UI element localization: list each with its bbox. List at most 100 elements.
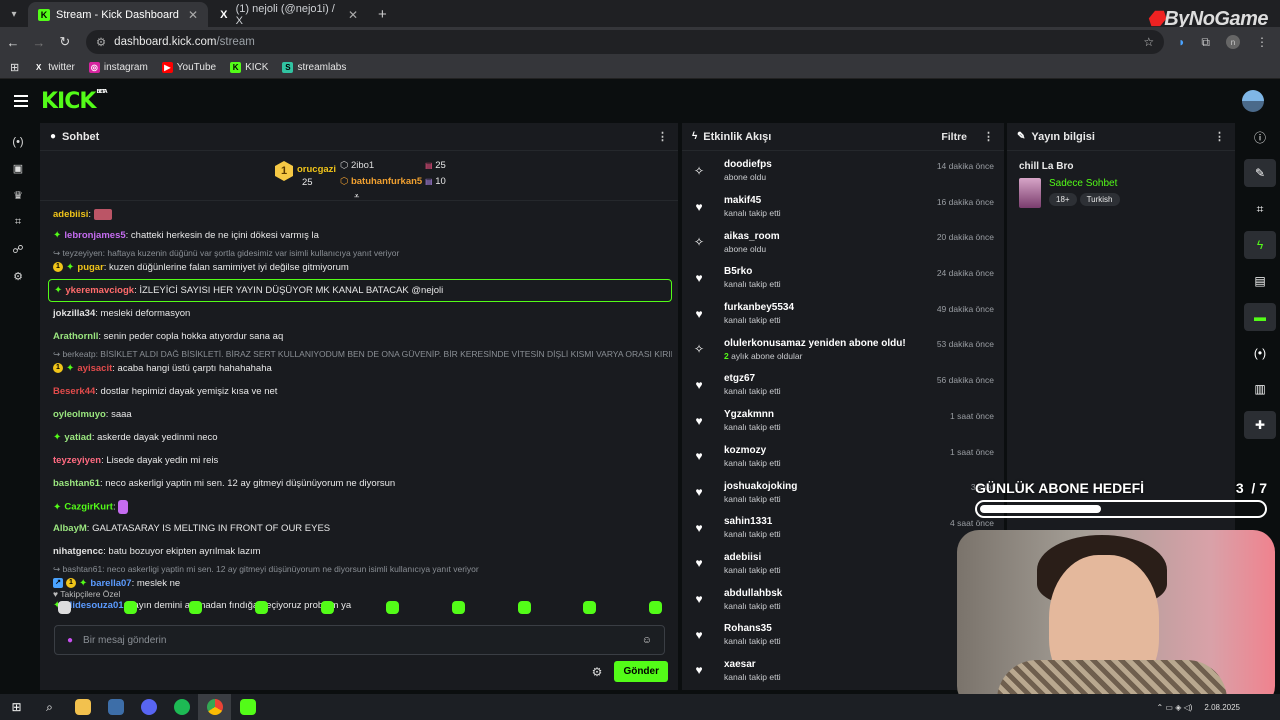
chat-message[interactable]: ✦ lebronjames5: chatteki herkesin de ne i… <box>48 225 672 246</box>
site-info-icon[interactable]: ⚙ <box>96 35 106 49</box>
broadcast-icon[interactable]: (•) <box>0 128 36 155</box>
new-tab-button[interactable]: + <box>368 6 397 27</box>
back-arrow-icon[interactable]: ← <box>0 35 26 50</box>
activity-event[interactable]: ♥ makif45 kanalı takip etti 16 dakika önce <box>682 189 1004 225</box>
emote-button[interactable] <box>58 601 71 614</box>
emote-button[interactable] <box>517 601 531 614</box>
chat-message[interactable]: Beserk44: dostlar hepimizi dayak yemişiz… <box>48 379 672 402</box>
bookmark-twitter[interactable]: Xtwitter <box>33 62 75 73</box>
emote-button[interactable] <box>386 601 400 614</box>
activity-event[interactable]: ✧ aikas_room abone oldu 20 dakika önce <box>682 224 1004 260</box>
url-input[interactable]: ⚙ dashboard.kick.com/stream ☆ <box>85 30 1165 54</box>
file-explorer-icon[interactable] <box>66 694 99 720</box>
chat-message[interactable]: AlbayM: GALATASARAY IS MELTING IN FRONT … <box>48 518 672 539</box>
puzzle-icon[interactable]: ⧉ <box>1201 35 1210 50</box>
emote-button[interactable] <box>254 601 268 614</box>
activity-event[interactable]: ♥adebiisikanalı takip etti5 <box>682 546 1004 582</box>
activity-event[interactable]: ♥ furkanbey5534 kanalı takip etti 49 dakika… <box>682 296 1004 332</box>
reload-icon[interactable]: ↻ <box>52 34 78 50</box>
printer-icon[interactable]: ▥ <box>1244 375 1276 403</box>
app-icon[interactable] <box>99 694 132 720</box>
pinned-toggle-icon[interactable]: ⩡ <box>354 191 359 202</box>
edit-icon[interactable]: ✎ <box>1244 159 1276 187</box>
bookmark-kick[interactable]: K KICK <box>230 62 268 73</box>
chat-message[interactable]: nihatgencc: batu bozuyor ekipten ayrılma… <box>48 539 672 562</box>
filter-button[interactable]: Filtre <box>941 131 967 143</box>
activity-event[interactable]: ♥xaesarkanalı takip etti12 <box>682 653 1004 689</box>
apps-grid-icon[interactable]: ⊞ <box>10 61 19 74</box>
gear-icon[interactable]: ⚙ <box>592 665 603 679</box>
kebab-menu-icon[interactable]: ⋮ <box>983 130 994 143</box>
chat-message[interactable]: adebiisi: <box>48 204 672 225</box>
spotify-icon[interactable] <box>165 694 198 720</box>
chat-message[interactable]: oyleolmuyo: saaa <box>48 402 672 425</box>
activity-event[interactable]: ♥ B5rko kanalı takip etti 24 dakika önce <box>682 260 1004 296</box>
leader-third-name[interactable]: ⬡ batuhanfurkan5 <box>340 176 422 187</box>
kebab-menu-icon[interactable]: ⋮ <box>1256 35 1268 49</box>
profile-avatar[interactable]: n <box>1225 35 1240 49</box>
close-icon[interactable]: ✕ <box>348 8 358 22</box>
activity-event[interactable]: ♥ sahin1331 kanalı takip etti 4 saat önce <box>682 510 1004 546</box>
chat-message[interactable]: 1 ✦ pugar: kuzen düğünlerine falan samimiy… <box>48 259 672 278</box>
kebab-menu-icon[interactable]: ⋮ <box>657 130 668 143</box>
kebab-menu-icon[interactable]: ⋮ <box>1214 130 1225 143</box>
star-icon[interactable]: ☆ <box>1143 35 1154 49</box>
chat-message[interactable]: ↗ 1 ✦ barella07: meslek ne <box>48 575 672 594</box>
emote-button[interactable] <box>123 601 137 614</box>
activity-event[interactable]: ✧ olulerkonusamaz yeniden abone oldu! 2 ay… <box>682 331 1004 367</box>
search-icon[interactable]: ⌕ <box>33 694 66 720</box>
highlighted-chat-message[interactable]: ✦ ykeremavciogk: İZLEYİCİ SAYISI HER YAYI… <box>48 279 672 302</box>
bookmark-youtube[interactable]: ▶ YouTube <box>161 62 216 73</box>
scan-icon[interactable]: ⌗ <box>1244 195 1276 223</box>
windows-start-icon[interactable]: ⊞ <box>0 694 33 720</box>
category-link[interactable]: Sadece Sohbet <box>1049 178 1123 189</box>
activity-event[interactable]: ✧ doodiefps abone oldu 14 dakika önce <box>682 153 1004 189</box>
chat-message[interactable]: ✦ yatiad: askerde dayak yedinmi neco <box>48 425 672 448</box>
bookmark-instagram[interactable]: ◎ instagram <box>88 62 148 73</box>
activity-event[interactable]: ♥ etgz67 kanalı takip etti 56 dakika önce <box>682 367 1004 403</box>
chat-message[interactable]: teyzeyiyen: Lisede dayak yedin mi reis <box>48 448 672 471</box>
chat-message[interactable]: bashtan61: neco askerligi yaptin mi sen.… <box>48 471 672 494</box>
user-avatar[interactable] <box>1242 90 1264 112</box>
microphone-icon[interactable]: ● <box>67 635 73 646</box>
leader-second-name[interactable]: ⬡ 2ibo1 <box>340 160 374 171</box>
close-icon[interactable]: ✕ <box>188 8 198 22</box>
activity-event[interactable]: ♥ Ygzakmnn kanalı takip etti 1 saat önce <box>682 403 1004 439</box>
tab-x-profile[interactable]: X (1) nejoli (@nejo1i) / X ✕ <box>208 2 368 27</box>
info-icon[interactable]: ⓘ <box>1244 123 1276 151</box>
emote-button[interactable] <box>451 601 465 614</box>
kick-app-icon[interactable] <box>231 694 264 720</box>
scan-icon[interactable]: ⌗ <box>0 209 36 236</box>
emoji-icon[interactable]: ☺ <box>642 635 652 646</box>
broadcast-icon[interactable]: (•) <box>1244 339 1276 367</box>
chat-message[interactable]: Arathornll: senin peder copla hokka atıy… <box>48 324 672 347</box>
clipboard-icon[interactable]: ▤ <box>1244 267 1276 295</box>
tab-kick-dashboard[interactable]: K Stream - Kick Dashboard ✕ <box>28 2 208 27</box>
chat-bubble-icon[interactable]: ▬ <box>1244 303 1276 331</box>
emote-button[interactable] <box>320 601 334 614</box>
tab-search-chevron-icon[interactable]: ▾ <box>2 2 26 26</box>
chat-message[interactable]: 1 ✦ ayisacit: acaba hangi üstü çarptı haha… <box>48 360 672 379</box>
lightning-icon[interactable]: ϟ <box>1244 231 1276 259</box>
users-icon[interactable]: ☍ <box>0 236 36 263</box>
activity-event[interactable]: ♥ kozmozy kanalı takip etti 1 saat önce <box>682 439 1004 475</box>
leader-first-name[interactable]: orucgazi <box>297 164 336 175</box>
chat-message[interactable]: jokzilla34: mesleki deformasyon <box>48 303 672 324</box>
activity-event[interactable]: ♥Rohans35kanalı takip etti9 <box>682 617 1004 653</box>
settings-icon[interactable]: ⚙ <box>0 263 36 290</box>
forward-arrow-icon[interactable]: → <box>26 35 52 50</box>
hamburger-menu-icon[interactable] <box>14 95 28 107</box>
emote-button[interactable] <box>648 601 662 614</box>
emote-button[interactable] <box>583 601 597 614</box>
extension-icon[interactable]: ◗ <box>1178 35 1185 49</box>
trophy-icon[interactable]: ♛ <box>0 182 36 209</box>
chrome-icon[interactable] <box>198 694 231 720</box>
wrench-icon[interactable]: ✚ <box>1244 411 1276 439</box>
activity-event[interactable]: ♥abdullahbskkanalı takip etti9 <box>682 581 1004 617</box>
chat-input[interactable]: ● Bir mesaj gönderin ☺ <box>54 625 665 655</box>
activity-event[interactable]: ♥ joshuakojoking kanalı takip etti 3 saat <box>682 474 1004 510</box>
dashboard-icon[interactable]: ▣ <box>0 155 36 182</box>
send-button[interactable]: Gönder <box>614 661 668 682</box>
bookmark-streamlabs[interactable]: Sstreamlabs <box>282 62 346 73</box>
emote-button[interactable] <box>189 601 203 614</box>
